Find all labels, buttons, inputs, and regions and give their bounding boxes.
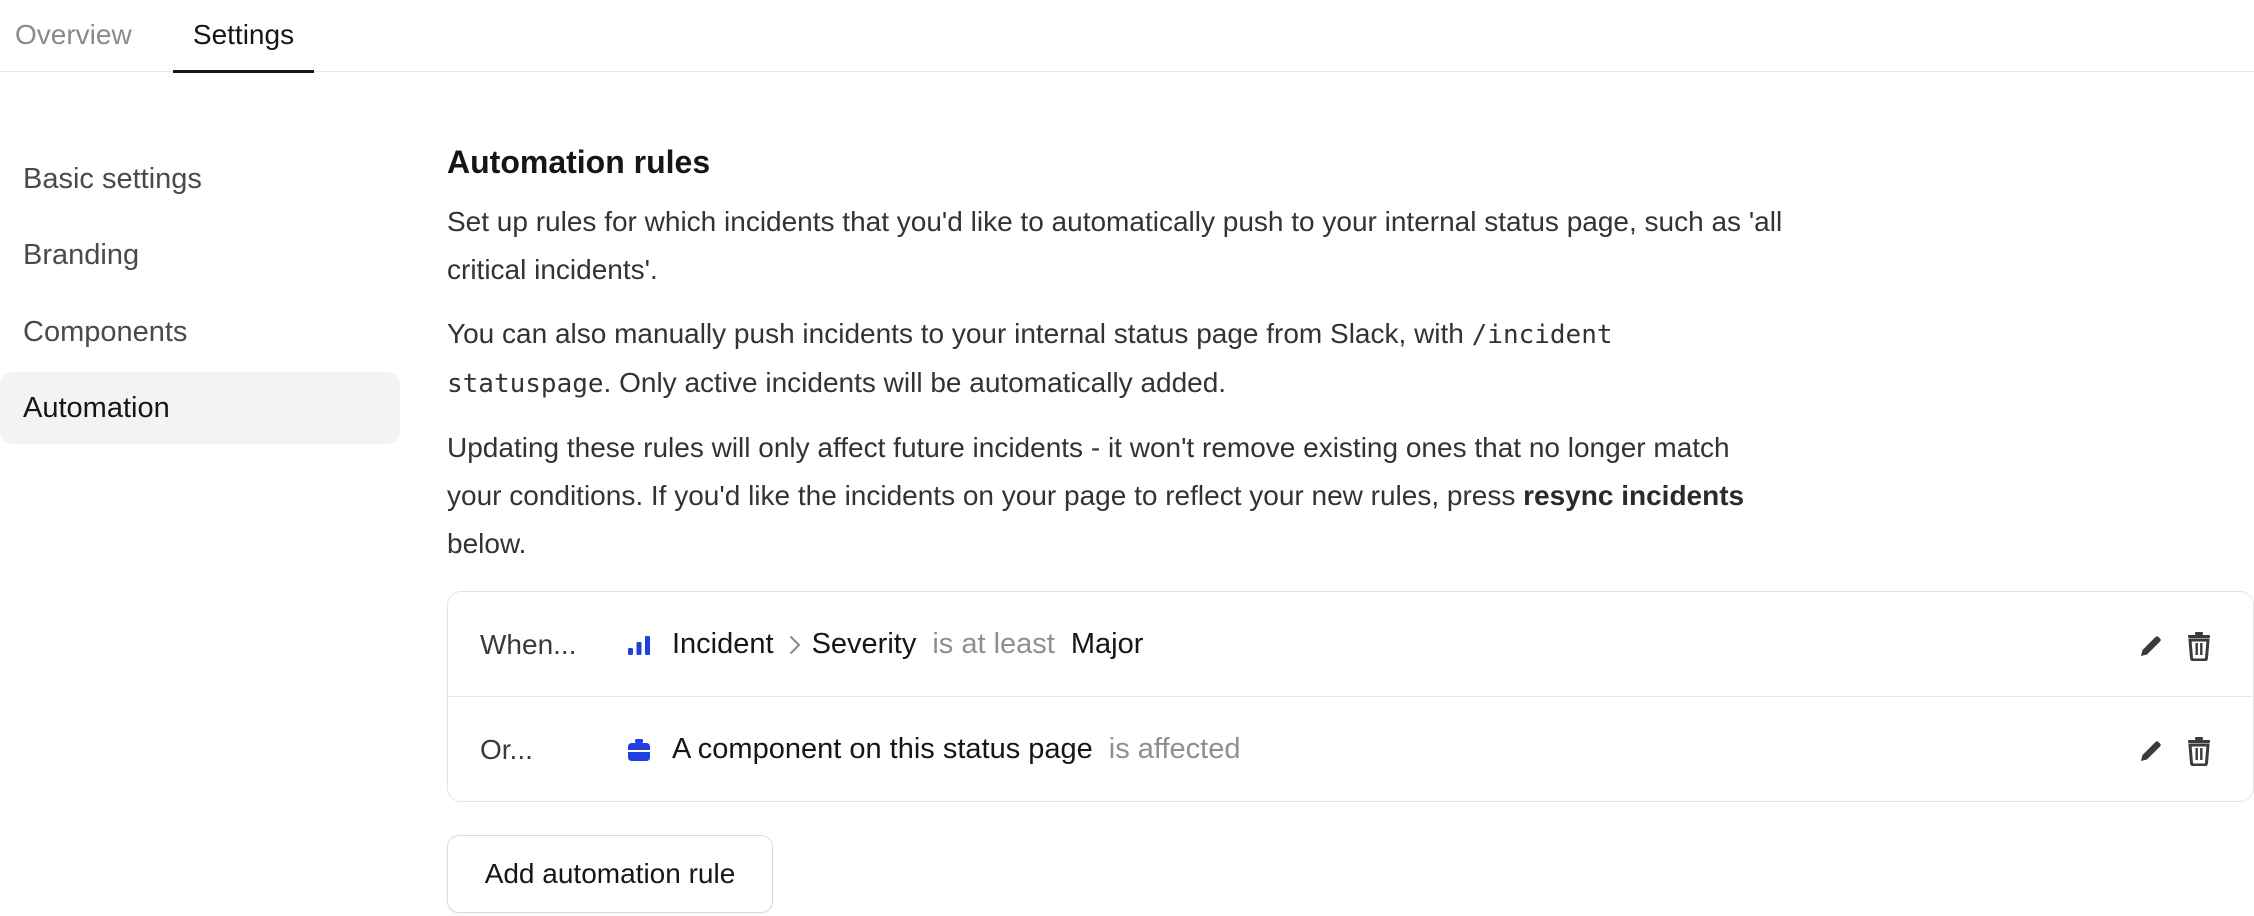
automation-rules-list: When... Incident Severity is at least Ma… — [447, 591, 2254, 802]
rule-value: Major — [1070, 628, 1144, 660]
resync-emphasis: resync incidents — [1523, 480, 1745, 511]
rule-field: Severity — [811, 628, 917, 660]
sidebar-item-automation[interactable]: Automation — [0, 372, 400, 444]
description-text: . Only active incidents will be automati… — [603, 367, 1227, 398]
sidebar-item-basic-settings[interactable]: Basic settings — [0, 143, 400, 215]
rule-operator: is affected — [1108, 733, 1241, 765]
pencil-icon[interactable] — [2136, 735, 2166, 767]
automation-section: Automation rules Set up rules for which … — [447, 130, 1787, 584]
rule-row: When... Incident Severity is at least Ma… — [448, 592, 2253, 697]
rule-subject: A component on this status page — [672, 733, 1093, 765]
rule-condition: Incident Severity is at least Major — [626, 592, 1143, 697]
rule-condition: A component on this status page is affec… — [626, 697, 1256, 802]
description-text: below. — [447, 528, 527, 559]
add-automation-rule-button[interactable]: Add automation rule — [447, 835, 773, 913]
description-text: You can also manually push incidents to … — [447, 318, 1472, 349]
rule-operator: is at least — [932, 628, 1055, 660]
tab-settings[interactable]: Settings — [173, 0, 314, 73]
trash-icon[interactable] — [2184, 630, 2214, 662]
description-paragraph-1: Set up rules for which incidents that yo… — [447, 206, 1783, 285]
sidebar-item-branding[interactable]: Branding — [0, 219, 400, 291]
top-tabs: Overview Settings — [0, 0, 2254, 73]
trash-icon[interactable] — [2184, 735, 2214, 767]
rule-subject: Incident — [672, 628, 774, 660]
severity-bars-icon — [626, 632, 652, 658]
tab-overview[interactable]: Overview — [15, 0, 145, 72]
component-box-icon — [626, 737, 652, 763]
chevron-right-icon — [788, 634, 802, 656]
description-paragraph-3: Updating these rules will only affect fu… — [447, 424, 1787, 568]
rule-prefix: Or... — [480, 734, 533, 765]
sidebar-item-components[interactable]: Components — [0, 296, 400, 368]
rule-row: Or... A component on this status page is… — [448, 697, 2253, 802]
pencil-icon[interactable] — [2136, 630, 2166, 662]
rule-prefix: When... — [480, 629, 577, 660]
description-paragraph-2: You can also manually push incidents to … — [447, 310, 1787, 408]
page-title: Automation rules — [447, 144, 711, 180]
